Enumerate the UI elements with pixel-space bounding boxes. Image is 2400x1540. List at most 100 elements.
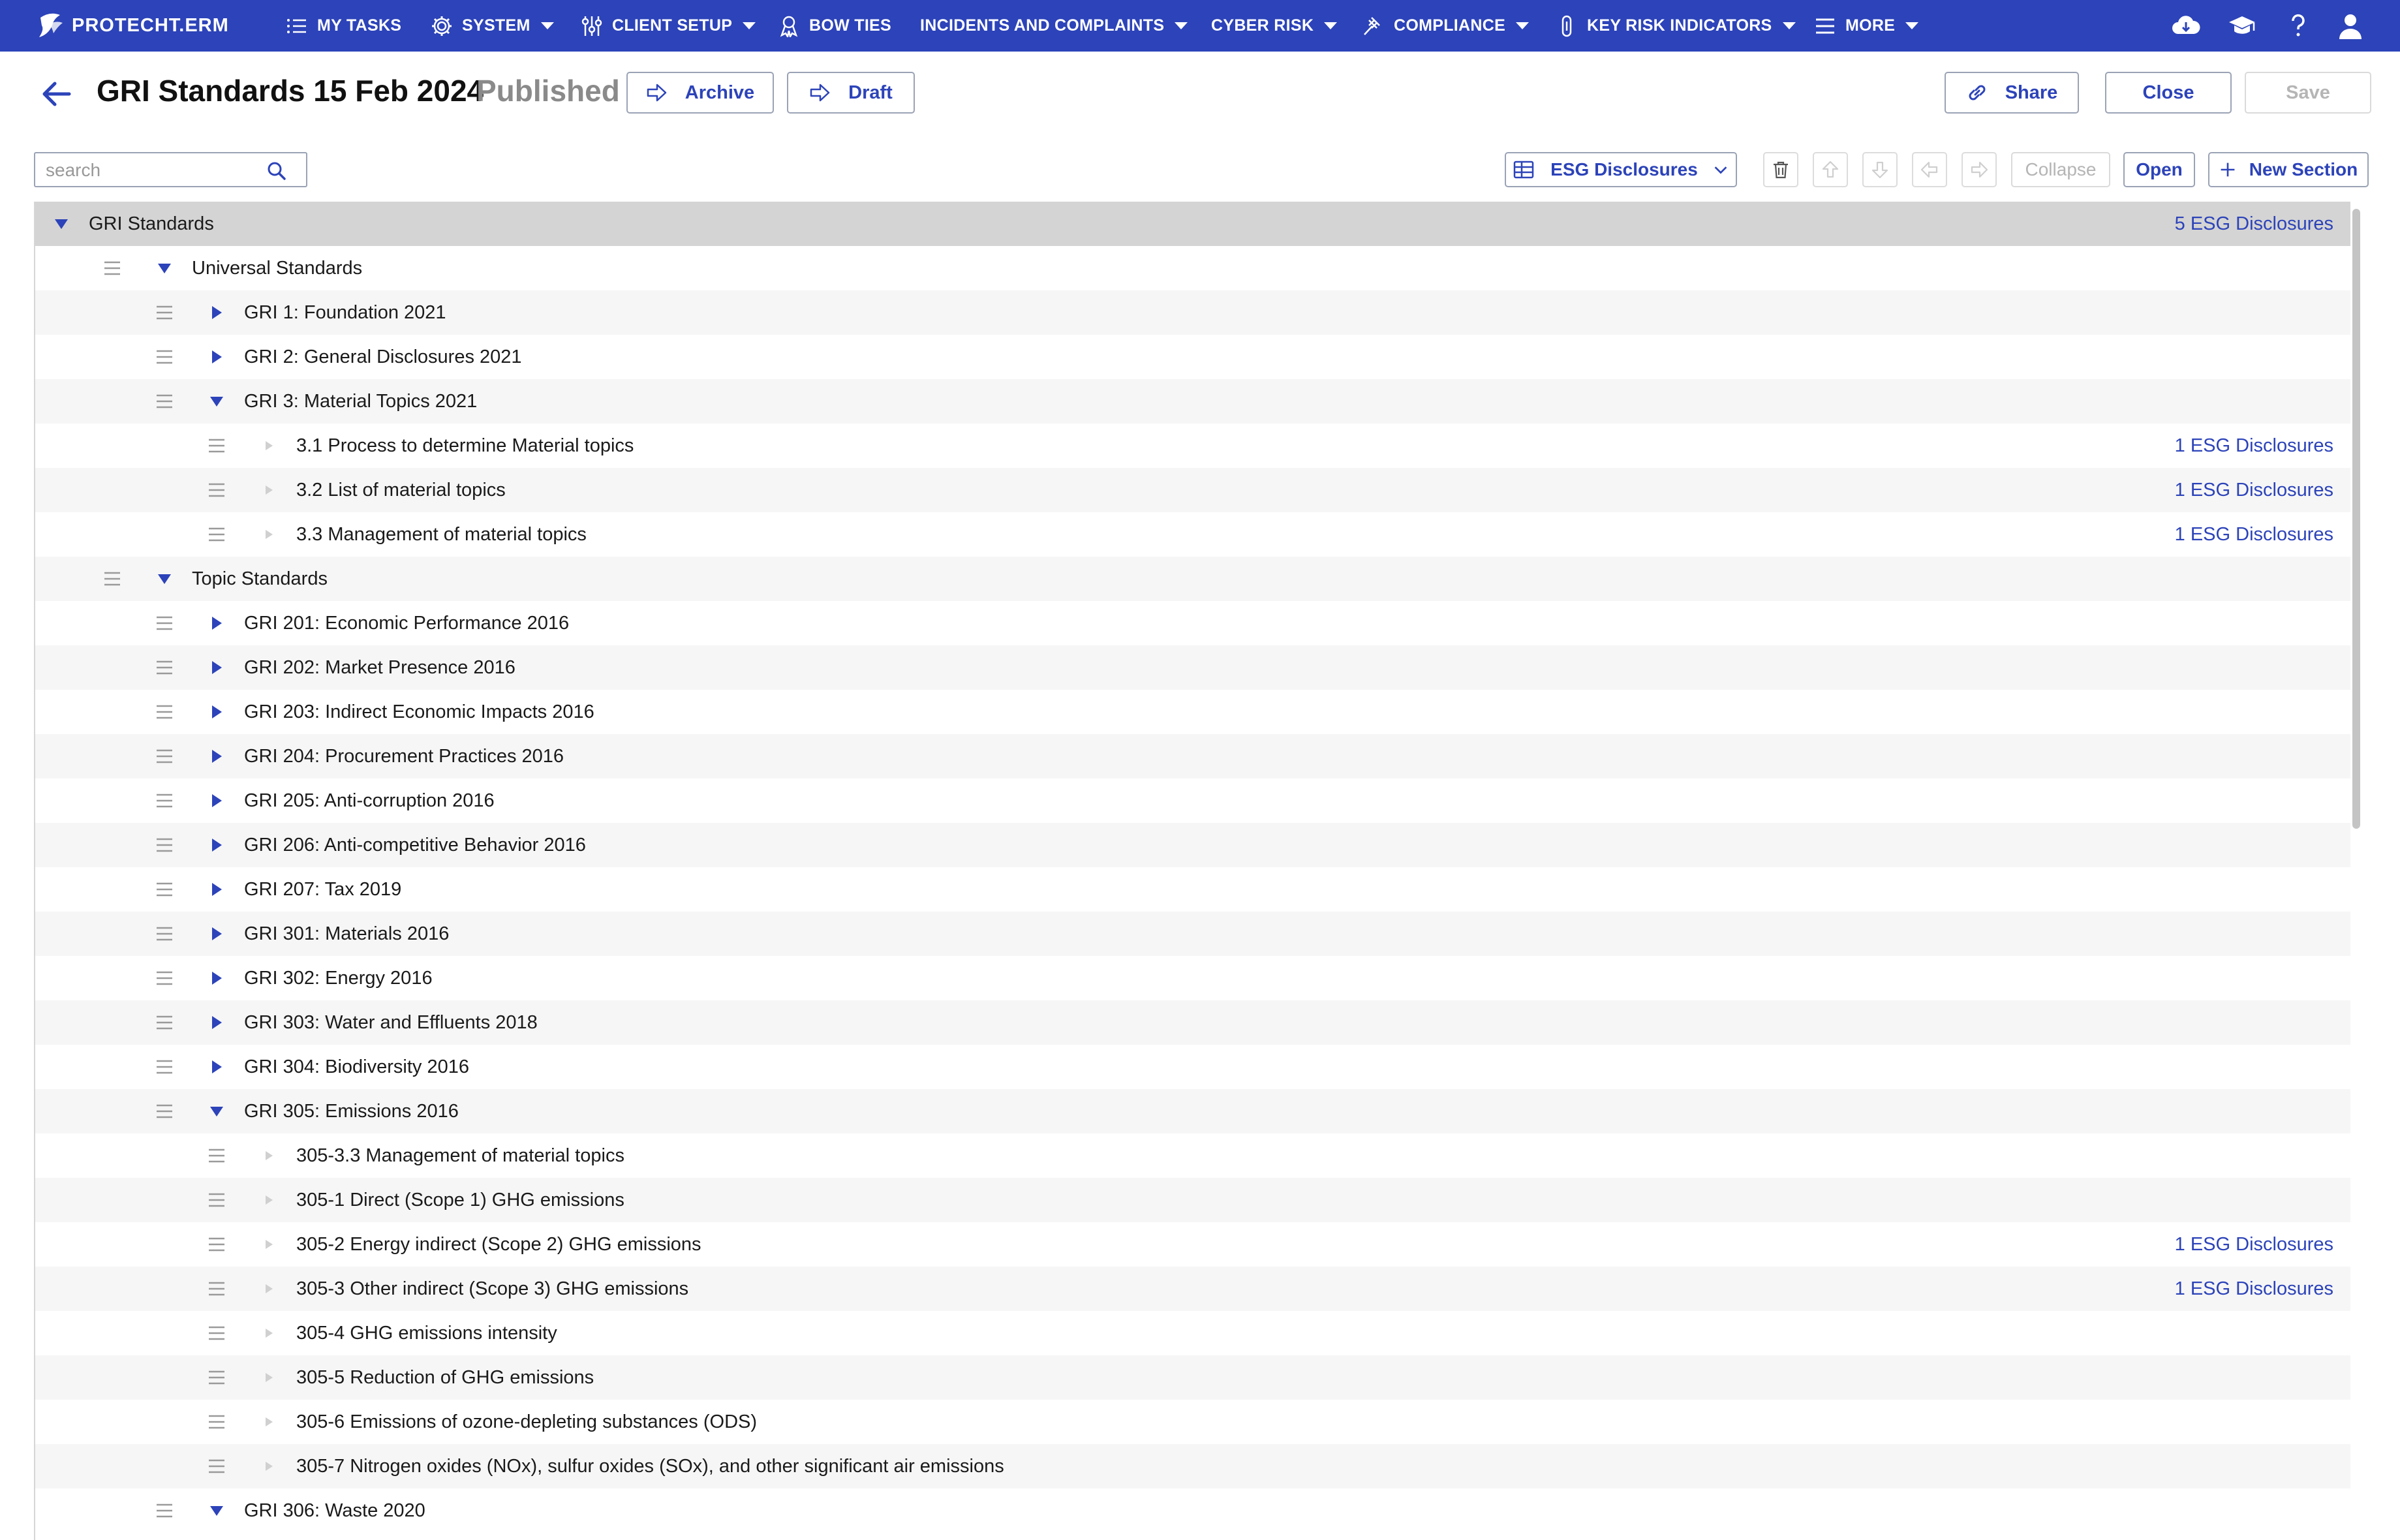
caret-down-icon[interactable] — [208, 392, 226, 410]
cloud-download-button[interactable] — [2172, 0, 2200, 52]
drag-handle-icon[interactable] — [155, 393, 174, 409]
move-up-button[interactable] — [1813, 152, 1848, 187]
drag-handle-icon[interactable] — [155, 1103, 174, 1119]
tree-row[interactable]: 3.1 Process to determine Material topics… — [35, 424, 2350, 468]
tree-row[interactable]: GRI 203: Indirect Economic Impacts 2016 — [35, 690, 2350, 734]
caret-right-icon[interactable] — [208, 880, 226, 899]
training-button[interactable] — [2228, 0, 2256, 52]
search-input[interactable] — [46, 159, 261, 182]
tree-row[interactable]: GRI 201: Economic Performance 2016 — [35, 601, 2350, 645]
open-button[interactable]: Open — [2123, 152, 2195, 187]
drag-handle-icon[interactable] — [208, 1325, 226, 1341]
drag-handle-icon[interactable] — [208, 1237, 226, 1252]
tree-row[interactable]: GRI 303: Water and Effluents 2018 — [35, 1000, 2350, 1045]
tree-row[interactable]: GRI 206: Anti-competitive Behavior 2016 — [35, 823, 2350, 867]
tree-row[interactable]: GRI 3: Material Topics 2021 — [35, 379, 2350, 424]
caret-right-icon[interactable] — [208, 658, 226, 677]
tree-row[interactable]: GRI 306: Waste 2020 — [35, 1488, 2350, 1533]
search-icon[interactable] — [267, 161, 286, 181]
nav-system[interactable]: SYSTEM — [431, 0, 554, 52]
drag-handle-icon[interactable] — [208, 1458, 226, 1474]
nav-bow-ties[interactable]: BOW TIES — [778, 0, 891, 52]
caret-down-icon[interactable] — [155, 259, 174, 277]
caret-right-icon[interactable] — [208, 1013, 226, 1032]
drag-handle-icon[interactable] — [208, 1370, 226, 1385]
caret-down-icon[interactable] — [208, 1502, 226, 1520]
tree-row[interactable]: GRI 305: Emissions 2016 — [35, 1089, 2350, 1133]
tree-row[interactable]: 305-4 GHG emissions intensity — [35, 1311, 2350, 1355]
new-section-button[interactable]: New Section — [2208, 152, 2369, 187]
nav-client-setup[interactable]: CLIENT SETUP — [581, 0, 756, 52]
user-profile-button[interactable] — [2336, 0, 2365, 52]
drag-handle-icon[interactable] — [155, 305, 174, 320]
drag-handle-icon[interactable] — [103, 571, 121, 587]
back-arrow-icon[interactable] — [39, 80, 72, 108]
caret-right-icon[interactable] — [208, 703, 226, 721]
drag-handle-icon[interactable] — [155, 837, 174, 853]
help-button[interactable] — [2284, 0, 2313, 52]
outdent-button[interactable] — [1912, 152, 1947, 187]
tree-row[interactable]: 305-1 Direct (Scope 1) GHG emissions — [35, 1178, 2350, 1222]
archive-button[interactable]: Archive — [626, 72, 774, 114]
drag-handle-icon[interactable] — [208, 527, 226, 542]
nav-cyber-risk[interactable]: CYBER RISK — [1211, 0, 1338, 52]
tree-row[interactable]: GRI 207: Tax 2019 — [35, 867, 2350, 912]
tree-row[interactable]: GRI 202: Market Presence 2016 — [35, 645, 2350, 690]
drag-handle-icon[interactable] — [155, 748, 174, 764]
caret-right-icon[interactable] — [208, 303, 226, 322]
drag-handle-icon[interactable] — [155, 1059, 174, 1075]
esg-disclosures-count-link[interactable]: 5 ESG Disclosures — [2175, 213, 2333, 235]
drag-handle-icon[interactable] — [208, 1192, 226, 1208]
tree-row[interactable]: 305-6 Emissions of ozone-depleting subst… — [35, 1400, 2350, 1444]
esg-disclosures-count-link[interactable]: 1 ESG Disclosures — [2175, 1234, 2333, 1255]
tree-row[interactable]: Universal Standards — [35, 246, 2350, 290]
drag-handle-icon[interactable] — [155, 970, 174, 986]
caret-right-icon[interactable] — [208, 925, 226, 943]
indent-button[interactable] — [1962, 152, 1997, 187]
drag-handle-icon[interactable] — [103, 260, 121, 276]
caret-right-icon[interactable] — [208, 792, 226, 810]
tree-row[interactable]: Topic Standards — [35, 557, 2350, 601]
tree-scrollbar[interactable] — [2352, 209, 2360, 829]
caret-down-icon[interactable] — [155, 570, 174, 588]
share-button[interactable]: Share — [1945, 72, 2079, 114]
caret-down-icon[interactable] — [208, 1102, 226, 1120]
caret-right-icon[interactable] — [208, 348, 226, 366]
save-button[interactable]: Save — [2245, 72, 2371, 114]
drag-handle-icon[interactable] — [208, 438, 226, 454]
drag-handle-icon[interactable] — [208, 482, 226, 498]
drag-handle-icon[interactable] — [155, 926, 174, 942]
tree-row[interactable]: GRI 301: Materials 2016 — [35, 912, 2350, 956]
view-select-dropdown[interactable]: ESG Disclosures — [1505, 152, 1737, 187]
drag-handle-icon[interactable] — [155, 660, 174, 675]
drag-handle-icon[interactable] — [155, 349, 174, 365]
caret-right-icon[interactable] — [208, 969, 226, 987]
drag-handle-icon[interactable] — [208, 1281, 226, 1297]
move-down-button[interactable] — [1862, 152, 1898, 187]
tree-row[interactable]: 305-3.3 Management of material topics — [35, 1133, 2350, 1178]
caret-right-icon[interactable] — [208, 614, 226, 632]
tree-row[interactable]: 305-3 Other indirect (Scope 3) GHG emiss… — [35, 1267, 2350, 1311]
tree-row[interactable]: GRI 2: General Disclosures 2021 — [35, 335, 2350, 379]
drag-handle-icon[interactable] — [155, 793, 174, 808]
drag-handle-icon[interactable] — [155, 882, 174, 897]
tree-row[interactable]: GRI 205: Anti-corruption 2016 — [35, 778, 2350, 823]
tree-row[interactable]: 3.3 Management of material topics 1 ESG D… — [35, 512, 2350, 557]
close-button[interactable]: Close — [2105, 72, 2232, 114]
caret-down-icon[interactable] — [52, 215, 70, 233]
esg-disclosures-count-link[interactable]: 1 ESG Disclosures — [2175, 480, 2333, 501]
tree-row[interactable]: 305-5 Reduction of GHG emissions — [35, 1355, 2350, 1400]
nav-more[interactable]: MORE — [1814, 0, 1919, 52]
tree-row[interactable]: 305-2 Energy indirect (Scope 2) GHG emis… — [35, 1222, 2350, 1267]
nav-incidents-and-complaints[interactable]: INCIDENTS AND COMPLAINTS — [920, 0, 1188, 52]
brand-logo[interactable]: PROTECHT.ERM — [34, 0, 229, 52]
tree-row[interactable]: 305-7 Nitrogen oxides (NOx), sulfur oxid… — [35, 1444, 2350, 1488]
esg-disclosures-count-link[interactable]: 1 ESG Disclosures — [2175, 1278, 2333, 1300]
tree-row[interactable]: GRI 1: Foundation 2021 — [35, 290, 2350, 335]
caret-right-icon[interactable] — [208, 747, 226, 765]
drag-handle-icon[interactable] — [155, 615, 174, 631]
tree-root-row[interactable]: GRI Standards 5 ESG Disclosures — [35, 202, 2350, 246]
tree-row[interactable]: 3.2 List of material topics 1 ESG Disclos… — [35, 468, 2350, 512]
tree-row[interactable]: GRI 304: Biodiversity 2016 — [35, 1045, 2350, 1089]
drag-handle-icon[interactable] — [155, 1503, 174, 1518]
